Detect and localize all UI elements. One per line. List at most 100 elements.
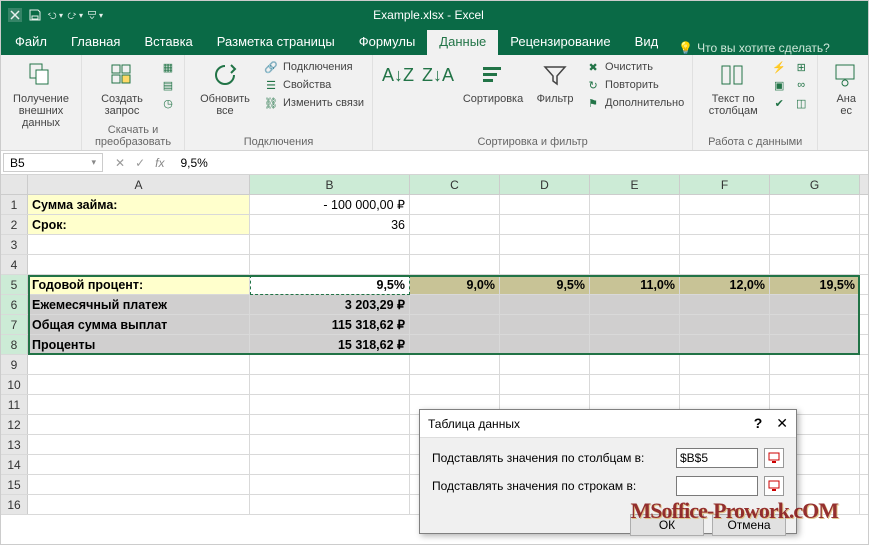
consolidate-button[interactable]: ⊞: [793, 59, 809, 75]
advanced-button[interactable]: ⚑Дополнительно: [585, 95, 684, 111]
cell-B7[interactable]: 115 318,62 ₽: [250, 315, 410, 334]
cell-B6[interactable]: 3 203,29 ₽: [250, 295, 410, 314]
ok-button[interactable]: ОК: [630, 514, 704, 536]
analysis-label: Ана ес: [836, 93, 856, 117]
cell-G1[interactable]: [770, 195, 860, 214]
show-queries-button[interactable]: ▦: [160, 59, 176, 75]
remove-dups-button[interactable]: ▣: [771, 77, 787, 93]
validation-button[interactable]: ✔: [771, 95, 787, 111]
row-header-4[interactable]: 4: [1, 255, 28, 274]
cell-F5[interactable]: 12,0%: [680, 275, 770, 294]
cell-C5[interactable]: 9,0%: [410, 275, 500, 294]
tab-formulas[interactable]: Формулы: [347, 30, 428, 55]
row-header-10[interactable]: 10: [1, 375, 28, 394]
cell-D5[interactable]: 9,5%: [500, 275, 590, 294]
tab-layout[interactable]: Разметка страницы: [205, 30, 347, 55]
new-query-button[interactable]: Создать запрос: [90, 59, 154, 117]
sort-desc-button[interactable]: Z↓A: [421, 59, 455, 91]
select-all-corner[interactable]: [1, 175, 28, 194]
cell-E5[interactable]: 11,0%: [590, 275, 680, 294]
row-header-2[interactable]: 2: [1, 215, 28, 234]
cell-A1[interactable]: Сумма займа:: [28, 195, 250, 214]
row-header-16[interactable]: 16: [1, 495, 28, 514]
group-get-transform-label: Скачать и преобразовать: [90, 122, 176, 148]
row-header-8[interactable]: 8: [1, 335, 28, 354]
text-cols-label: Текст по столбцам: [709, 93, 758, 117]
redo-icon[interactable]: [67, 7, 83, 23]
cell-B5[interactable]: 9,5%: [250, 275, 410, 294]
recent-sources-button[interactable]: ◷: [160, 95, 176, 111]
cell-A8[interactable]: Проценты: [28, 335, 250, 354]
row-header-6[interactable]: 6: [1, 295, 28, 314]
tab-review[interactable]: Рецензирование: [498, 30, 622, 55]
cell-B2[interactable]: 36: [250, 215, 410, 234]
cell-A7[interactable]: Общая сумма выплат: [28, 315, 250, 334]
col-input-field[interactable]: [676, 448, 758, 468]
reapply-button[interactable]: ↻Повторить: [585, 77, 684, 93]
flash-fill-button[interactable]: ⚡: [771, 59, 787, 75]
row-refselect-button[interactable]: [764, 476, 784, 496]
cell-A2[interactable]: Срок:: [28, 215, 250, 234]
row-header-14[interactable]: 14: [1, 455, 28, 474]
sort-button[interactable]: Сортировка: [461, 59, 525, 105]
cell-B1[interactable]: - 100 000,00 ₽: [250, 195, 410, 214]
cancel-button[interactable]: Отмена: [712, 514, 786, 536]
cell-F1[interactable]: [680, 195, 770, 214]
help-icon[interactable]: ?: [754, 415, 763, 432]
save-icon[interactable]: [27, 7, 43, 23]
row-header-7[interactable]: 7: [1, 315, 28, 334]
whatif-button[interactable]: Ана ес: [826, 59, 866, 117]
row-header-5[interactable]: 5: [1, 275, 28, 294]
col-refselect-button[interactable]: [764, 448, 784, 468]
get-external-data-button[interactable]: Получение внешних данных: [9, 59, 73, 129]
cell-D1[interactable]: [500, 195, 590, 214]
row-header-9[interactable]: 9: [1, 355, 28, 374]
edit-links-button[interactable]: ⛓Изменить связи: [263, 95, 364, 111]
row-header-11[interactable]: 11: [1, 395, 28, 414]
undo-icon[interactable]: [47, 7, 63, 23]
cancel-icon[interactable]: ✕: [115, 156, 125, 170]
cell-E1[interactable]: [590, 195, 680, 214]
tab-insert[interactable]: Вставка: [132, 30, 204, 55]
row-input-field[interactable]: [676, 476, 758, 496]
cell-G5[interactable]: 19,5%: [770, 275, 860, 294]
refresh-all-button[interactable]: Обновить все: [193, 59, 257, 117]
manage-model-button[interactable]: ◫: [793, 95, 809, 111]
from-table-button[interactable]: ▤: [160, 77, 176, 93]
fx-icon[interactable]: fx: [155, 156, 164, 170]
cell-B8[interactable]: 15 318,62 ₽: [250, 335, 410, 354]
connections-button[interactable]: 🔗Подключения: [263, 59, 364, 75]
tell-me[interactable]: 💡 Что вы хотите сделать?: [678, 41, 830, 55]
row-header-15[interactable]: 15: [1, 475, 28, 494]
name-box[interactable]: B5: [3, 153, 103, 172]
col-header-E[interactable]: E: [590, 175, 680, 194]
filter-button[interactable]: Фильтр: [531, 59, 579, 105]
text-to-columns-button[interactable]: Текст по столбцам: [701, 59, 765, 117]
col-header-B[interactable]: B: [250, 175, 410, 194]
row-header-1[interactable]: 1: [1, 195, 28, 214]
properties-button[interactable]: ☰Свойства: [263, 77, 364, 93]
cell-C1[interactable]: [410, 195, 500, 214]
col-header-G[interactable]: G: [770, 175, 860, 194]
tab-file[interactable]: Файл: [3, 30, 59, 55]
qat-more-icon[interactable]: [87, 7, 103, 23]
formula-input[interactable]: 9,5%: [174, 151, 868, 174]
tab-home[interactable]: Главная: [59, 30, 132, 55]
tab-view[interactable]: Вид: [623, 30, 671, 55]
close-icon[interactable]: ✕: [776, 415, 788, 432]
tab-data[interactable]: Данные: [427, 30, 498, 55]
col-header-D[interactable]: D: [500, 175, 590, 194]
sort-asc-button[interactable]: A↓Z: [381, 59, 415, 91]
col-header-C[interactable]: C: [410, 175, 500, 194]
col-header-F[interactable]: F: [680, 175, 770, 194]
clear-button[interactable]: ✖Очистить: [585, 59, 684, 75]
cell-A6[interactable]: Ежемесячный платеж: [28, 295, 250, 314]
relationships-button[interactable]: ∞: [793, 77, 809, 93]
row-header-12[interactable]: 12: [1, 415, 28, 434]
enter-icon[interactable]: ✓: [135, 156, 145, 170]
cell-A5[interactable]: Годовой процент:: [28, 275, 250, 294]
col-header-A[interactable]: A: [28, 175, 250, 194]
window-title: Example.xlsx - Excel: [109, 8, 748, 22]
row-header-3[interactable]: 3: [1, 235, 28, 254]
row-header-13[interactable]: 13: [1, 435, 28, 454]
